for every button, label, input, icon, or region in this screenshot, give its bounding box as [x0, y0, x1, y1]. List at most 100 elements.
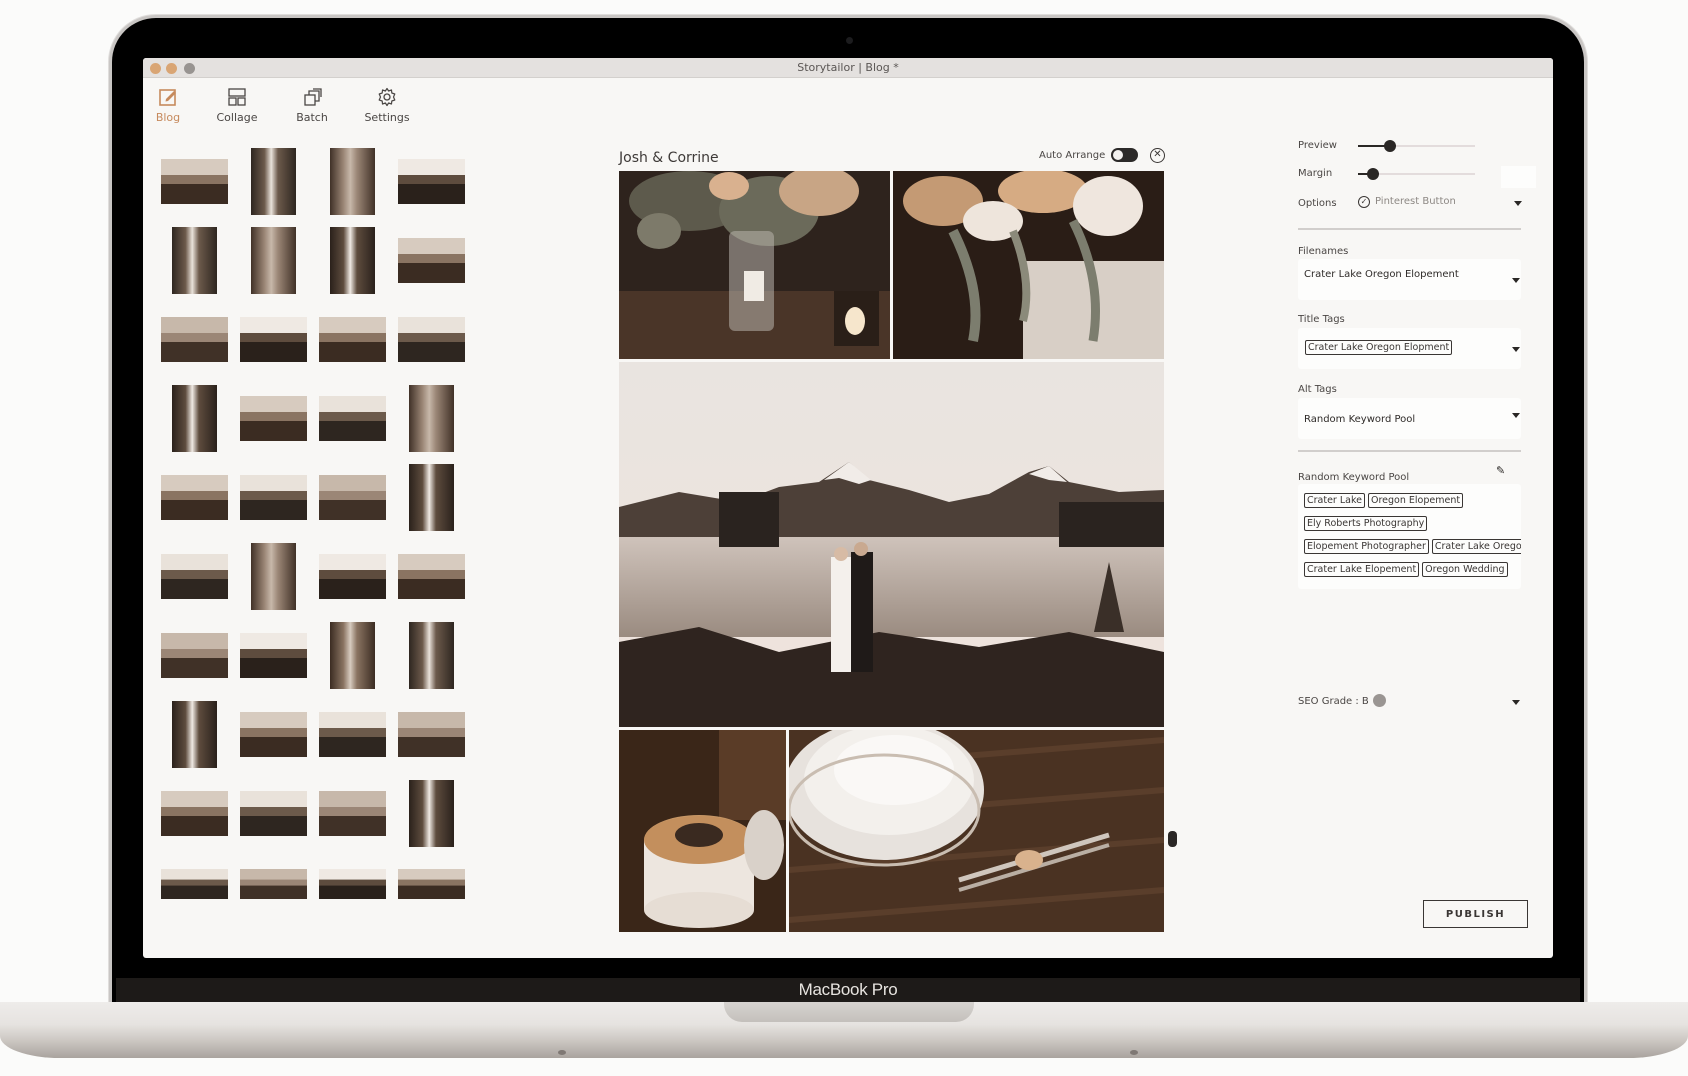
canvas-photo[interactable]: [789, 730, 1164, 932]
keyword-chip[interactable]: Elopement Photographer: [1304, 539, 1429, 554]
thumbnail[interactable]: [161, 869, 228, 899]
thumbnail[interactable]: [240, 869, 307, 899]
slider-thumb[interactable]: [1367, 168, 1380, 180]
thumbnail[interactable]: [398, 554, 465, 599]
tab-batch-label: Batch: [296, 111, 328, 124]
thumbnail[interactable]: [398, 712, 465, 757]
thumbnail[interactable]: [161, 791, 228, 836]
thumbnail[interactable]: [251, 543, 296, 610]
thumbnail[interactable]: [161, 633, 228, 678]
alt-tags-select[interactable]: Random Keyword Pool: [1298, 398, 1521, 439]
options-label: Options: [1298, 198, 1337, 209]
thumbnail[interactable]: [319, 712, 386, 757]
keyword-chip[interactable]: Crater Lake: [1304, 493, 1365, 508]
thumbnail[interactable]: [398, 317, 465, 362]
keyword-chip[interactable]: Crater Lake Elopement: [1304, 562, 1420, 577]
photo-bouquet: [893, 171, 1164, 359]
thumbnail[interactable]: [319, 791, 386, 836]
camera: [846, 37, 853, 44]
tab-settings[interactable]: Settings: [352, 86, 422, 124]
photo-cake: [619, 730, 786, 932]
thumbnail[interactable]: [240, 317, 307, 362]
thumbnail[interactable]: [409, 622, 454, 689]
canvas-photo[interactable]: [893, 171, 1164, 359]
gear-icon: [378, 87, 396, 107]
thumbnail[interactable]: [161, 159, 228, 204]
thumbnail-grid: [161, 148, 491, 958]
chevron-down-icon: [1512, 278, 1520, 283]
check-icon: ✓: [1360, 197, 1368, 206]
keyword-chip[interactable]: Crater Lake Oregon: [1431, 539, 1521, 554]
tab-collage[interactable]: Collage: [202, 86, 272, 124]
window-title: Storytailor | Blog *: [797, 61, 899, 74]
thumbnail[interactable]: [251, 148, 296, 215]
thumbnail[interactable]: [172, 701, 217, 768]
canvas-scroll-handle[interactable]: [1168, 831, 1177, 847]
canvas-photo[interactable]: [619, 362, 1164, 727]
title-tag-chip[interactable]: Crater Lake Oregon Elopment: [1305, 340, 1453, 355]
thumbnail[interactable]: [319, 475, 386, 520]
thumbnail[interactable]: [330, 622, 375, 689]
margin-slider[interactable]: [1358, 168, 1475, 180]
preview-slider[interactable]: [1358, 140, 1475, 152]
margin-value-box[interactable]: [1501, 166, 1536, 188]
preview-label: Preview: [1298, 140, 1337, 151]
thumbnail[interactable]: [240, 396, 307, 441]
filenames-select[interactable]: Crater Lake Oregon Elopement: [1298, 259, 1521, 300]
thumbnail[interactable]: [319, 317, 386, 362]
thumbnail[interactable]: [172, 385, 217, 452]
tab-blog[interactable]: Blog: [143, 86, 203, 124]
thumbnail[interactable]: [172, 227, 217, 294]
thumbnail[interactable]: [398, 869, 465, 899]
thumbnail[interactable]: [398, 238, 465, 283]
thumbnail[interactable]: [330, 227, 375, 294]
seo-dropdown-caret[interactable]: [1512, 700, 1520, 705]
thumbnail[interactable]: [398, 159, 465, 204]
thumbnail[interactable]: [251, 227, 296, 294]
edit-keywords-button[interactable]: ✎: [1496, 464, 1505, 477]
tab-blog-label: Blog: [155, 111, 181, 124]
thumbnail[interactable]: [319, 554, 386, 599]
close-canvas-button[interactable]: ✕: [1150, 148, 1165, 163]
auto-arrange-toggle[interactable]: [1111, 148, 1138, 162]
laptop-foot: [1130, 1050, 1138, 1055]
thumbnail[interactable]: [409, 464, 454, 531]
photo-couple-lake: [619, 362, 1164, 727]
title-tags-select[interactable]: Crater Lake Oregon Elopment: [1298, 328, 1521, 369]
canvas-photo[interactable]: [619, 730, 786, 932]
tab-collage-label: Collage: [216, 111, 258, 124]
thumbnail[interactable]: [240, 475, 307, 520]
keyword-chip[interactable]: Ely Roberts Photography: [1304, 516, 1428, 531]
thumbnail[interactable]: [319, 869, 386, 899]
seo-grade-label: SEO Grade : B: [1298, 696, 1369, 707]
photo-centerpiece: [619, 171, 890, 359]
publish-button[interactable]: PUBLISH: [1423, 900, 1528, 928]
keyword-chip[interactable]: Oregon Elopement: [1367, 493, 1464, 508]
slider-thumb[interactable]: [1383, 140, 1396, 152]
thumbnail[interactable]: [240, 633, 307, 678]
stage: MacBook Pro Storytailor | Blog * Blog Co…: [0, 0, 1688, 1076]
thumbnail[interactable]: [240, 712, 307, 757]
chevron-down-icon: [1512, 413, 1520, 418]
stack-icon: [304, 88, 322, 106]
tab-batch[interactable]: Batch: [277, 86, 347, 124]
keyword-chip-list: Crater Lake Oregon Elopement Ely Roberts P…: [1304, 488, 1521, 580]
auto-arrange-label: Auto Arrange: [1039, 150, 1106, 161]
pencil-icon: ✎: [1496, 464, 1506, 477]
canvas-title: Josh & Corrine: [619, 150, 719, 166]
thumbnail[interactable]: [161, 554, 228, 599]
pinterest-checkbox[interactable]: ✓: [1358, 196, 1370, 208]
canvas-photo[interactable]: [619, 171, 890, 359]
thumbnail[interactable]: [161, 317, 228, 362]
thumbnail[interactable]: [409, 780, 454, 847]
title-tag-chip-wrap: Crater Lake Oregon Elopment: [1305, 335, 1455, 358]
close-icon: ✕: [1153, 149, 1162, 160]
thumbnail[interactable]: [319, 396, 386, 441]
thumbnail[interactable]: [330, 148, 375, 215]
keyword-chip[interactable]: Oregon Wedding: [1422, 562, 1508, 577]
options-dropdown-caret[interactable]: [1514, 201, 1522, 206]
thumbnail[interactable]: [161, 475, 228, 520]
divider: [1298, 228, 1521, 230]
thumbnail[interactable]: [240, 791, 307, 836]
thumbnail[interactable]: [409, 385, 454, 452]
